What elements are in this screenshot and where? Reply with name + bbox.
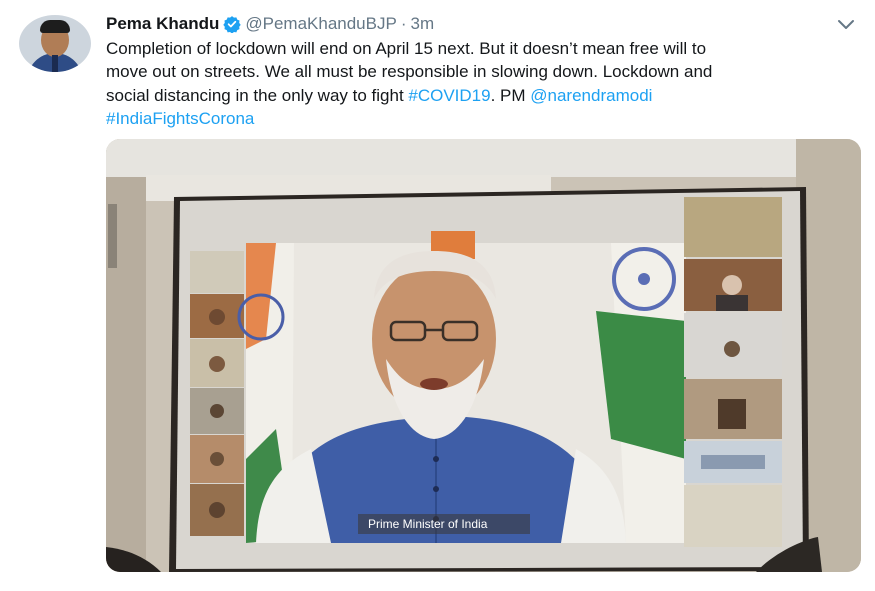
tweet-timestamp[interactable]: 3m [411,14,435,34]
tweet-text-line: Completion of lockdown will end on April… [106,39,707,58]
avatar[interactable] [19,15,91,72]
tweet-text-fragment: . PM [490,85,531,105]
tweet-text-line: #IndiaFightsCorona [106,107,866,130]
avatar-hair [40,20,70,33]
wall-fixture [108,204,117,268]
ceiling [106,139,861,177]
tweet-text: Completion of lockdown will end on April… [106,37,866,130]
participant-thumbnails-right [684,197,782,547]
chevron-down-icon[interactable] [836,17,856,33]
separator-dot: · [400,14,407,33]
hashtag-covid19[interactable]: #COVID19 [408,86,490,105]
tweet-card: Pema Khandu @PemaKhanduBJP · 3m Completi… [0,0,875,591]
tweet-text-fragment: social distancing in the only way to fig… [106,85,409,105]
tweet-text-line: social distancing in the only way to fig… [106,84,866,107]
mention-narendramodi[interactable]: @narendramodi [530,86,652,105]
tweet-photo[interactable]: Prime Minister of India [106,139,861,572]
author-name[interactable]: Pema Khandu [106,14,219,34]
main-video-feed [237,231,686,543]
video-caption: Prime Minister of India [368,517,488,531]
tweet-text-line: move out on streets. We all must be resp… [106,62,713,82]
author-handle[interactable]: @PemaKhanduBJP [245,14,396,34]
verified-badge-icon [223,15,242,34]
tweet-header: Pema Khandu @PemaKhanduBJP · 3m [106,12,434,36]
hashtag-indiafightscorona[interactable]: #IndiaFightsCorona [106,109,254,128]
avatar-tie [52,55,58,72]
